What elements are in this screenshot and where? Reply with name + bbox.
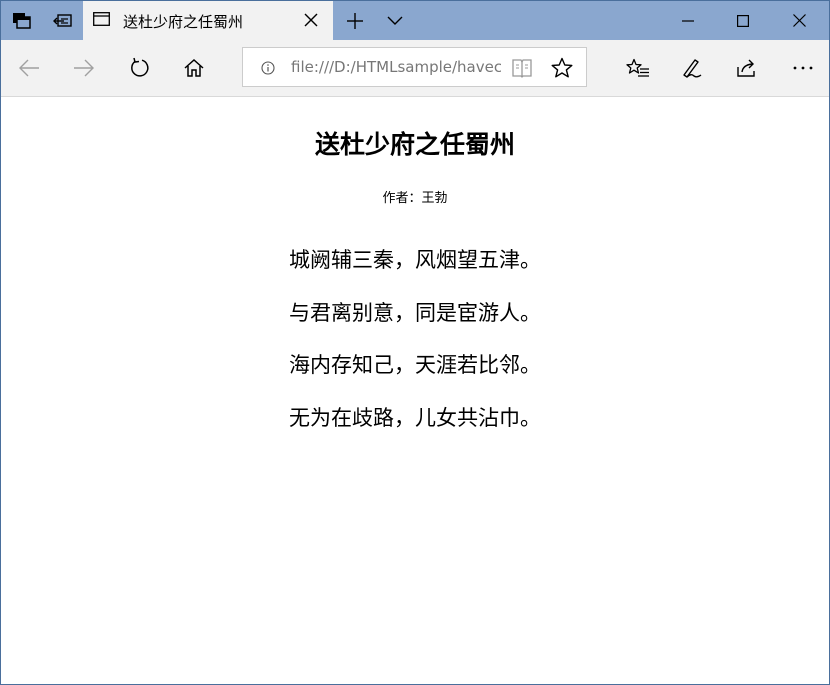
tab-preview-button[interactable] <box>377 1 413 40</box>
minimize-button[interactable] <box>660 1 715 40</box>
tab-close-icon[interactable] <box>303 12 319 28</box>
page-content: 送杜少府之任蜀州 作者：王勃 城阙辅三秦，风烟望五津。 与君离别意，同是宦游人。… <box>1 97 829 684</box>
close-icon <box>793 14 806 27</box>
poem-line: 海内存知己，天涯若比邻。 <box>289 353 541 377</box>
more-icon <box>793 66 813 70</box>
favorites-hub-button[interactable] <box>622 52 654 84</box>
chevron-down-icon <box>387 16 403 25</box>
refresh-button[interactable] <box>124 52 156 84</box>
browser-window: 送杜少府之任蜀州 file:///D:/HTMLsample/havec 送杜少… <box>0 0 830 685</box>
active-tab[interactable]: 送杜少府之任蜀州 <box>83 1 333 40</box>
star-icon[interactable] <box>551 57 573 79</box>
maximize-button[interactable] <box>715 1 770 40</box>
set-aside-tabs-button[interactable] <box>43 1 83 40</box>
share-icon <box>737 59 755 77</box>
title-bar: 送杜少府之任蜀州 <box>1 1 829 40</box>
pen-icon <box>683 59 702 78</box>
tab-title: 送杜少府之任蜀州 <box>123 13 244 31</box>
plus-icon <box>347 12 363 29</box>
url-text[interactable]: file:///D:/HTMLsample/havecss.html <box>291 58 501 76</box>
back-button[interactable] <box>13 52 45 84</box>
book-icon[interactable] <box>511 58 533 78</box>
arrow-left-icon <box>19 59 39 77</box>
more-button[interactable] <box>787 52 819 84</box>
arrow-right-icon <box>74 59 94 77</box>
home-button[interactable] <box>178 52 210 84</box>
new-tab-button[interactable] <box>337 1 373 40</box>
forward-button[interactable] <box>68 52 100 84</box>
close-window-button[interactable] <box>772 1 827 40</box>
address-bar[interactable]: file:///D:/HTMLsample/havecss.html <box>242 47 587 87</box>
favorites-list-icon <box>626 58 649 77</box>
page-icon <box>93 12 110 26</box>
poem-line: 与君离别意，同是宦游人。 <box>289 301 541 325</box>
navigation-bar: file:///D:/HTMLsample/havecss.html <box>1 40 829 97</box>
info-icon[interactable] <box>261 61 275 75</box>
set-aside-tabs-icon <box>53 13 72 27</box>
poem-line: 城阙辅三秦，风烟望五津。 <box>289 248 541 272</box>
poem-title: 送杜少府之任蜀州 <box>314 130 515 159</box>
minimize-icon <box>681 19 694 22</box>
refresh-icon <box>131 57 149 77</box>
maximize-icon <box>736 14 749 27</box>
tab-list-button[interactable] <box>1 1 43 40</box>
home-icon <box>184 58 204 77</box>
poem-line: 无为在歧路，儿女共沾巾。 <box>289 406 541 430</box>
poem-author: 作者：王勃 <box>382 191 448 206</box>
share-button[interactable] <box>731 52 763 84</box>
notes-button[interactable] <box>676 52 708 84</box>
tab-list-icon <box>13 12 31 29</box>
